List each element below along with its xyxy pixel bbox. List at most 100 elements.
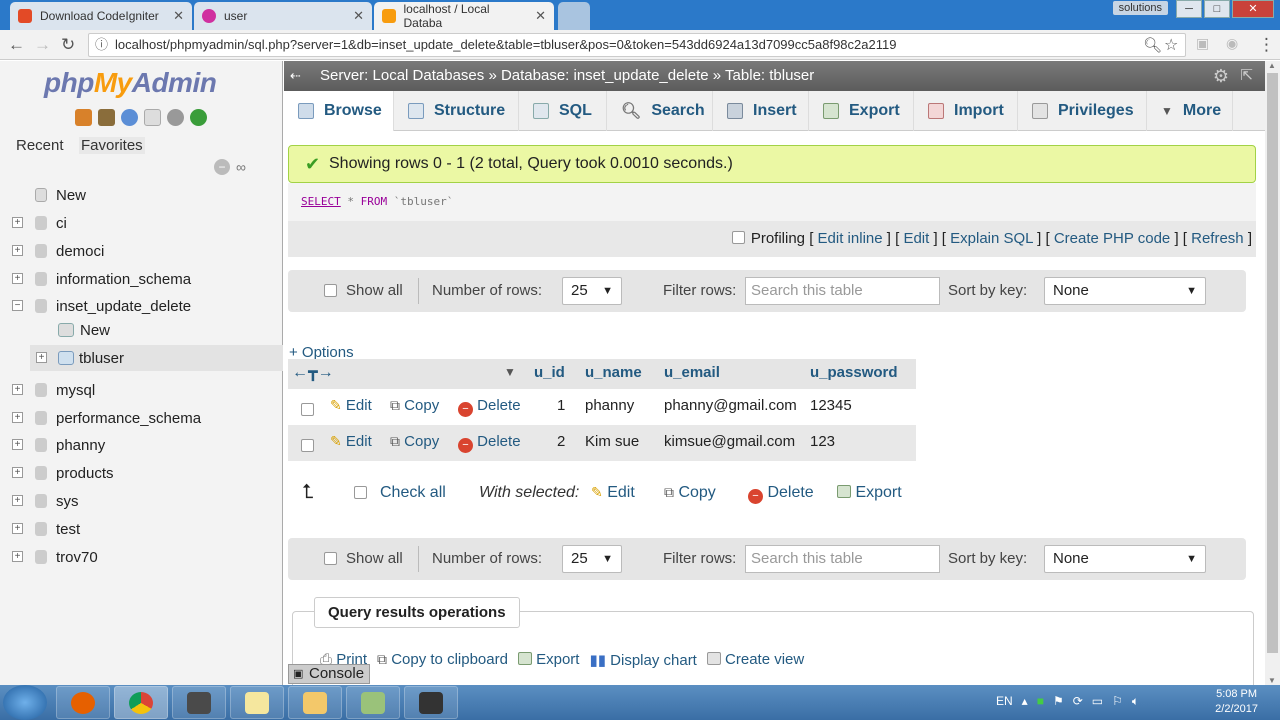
tree-item-db[interactable]: + phanny [0, 432, 283, 458]
logout-icon[interactable] [98, 109, 115, 126]
cell-u-email[interactable]: phanny@gmail.com [664, 397, 797, 414]
volume-icon[interactable]: 🔈︎ [1132, 694, 1139, 709]
expand-icon[interactable]: + [12, 384, 23, 395]
zoom-icon[interactable]: 🔍︎ [1143, 36, 1162, 54]
cell-u-password[interactable]: 12345 [810, 397, 852, 414]
menu-icon[interactable]: ⋮ [1258, 35, 1275, 55]
sort-by-key-select[interactable]: None ▼ [1044, 277, 1206, 305]
tree-item-db[interactable]: + information_schema [0, 266, 283, 292]
tab-search[interactable]: 🔍︎ Search [607, 91, 713, 131]
column-header-u-email[interactable]: u_email [664, 364, 720, 381]
filter-rows-input[interactable]: Search this table [745, 545, 940, 573]
row-copy-button[interactable]: ⧉ Copy [390, 397, 439, 414]
tree-item-db[interactable]: + mysql [0, 377, 283, 403]
tab-favorites[interactable]: Favorites [79, 137, 145, 154]
edit-inline-link[interactable]: Edit inline [818, 230, 883, 247]
cell-u-password[interactable]: 123 [810, 433, 835, 450]
breadcrumb-database[interactable]: Database: inset_update_delete [501, 67, 709, 84]
docs-icon[interactable] [144, 109, 161, 126]
cell-u-name[interactable]: phanny [585, 397, 634, 414]
column-header-u-id[interactable]: u_id [534, 364, 565, 381]
breadcrumb-server[interactable]: Server: Local Databases [320, 67, 484, 84]
filter-rows-input[interactable]: Search this table [745, 277, 940, 305]
expand-icon[interactable]: + [12, 523, 23, 534]
tab-more[interactable]: ▼ More [1147, 91, 1233, 131]
explain-sql-link[interactable]: Explain SQL [950, 230, 1033, 247]
expand-icon[interactable]: + [12, 245, 23, 256]
windows-start-icon[interactable] [3, 685, 47, 720]
reload-icon[interactable]: ↻ [61, 35, 75, 55]
check-all-checkbox[interactable] [354, 486, 367, 499]
column-header-u-name[interactable]: u_name [585, 364, 642, 381]
extension2-icon[interactable]: ◉ [1226, 35, 1238, 52]
row-checkbox[interactable] [301, 403, 314, 416]
chevron-down-icon[interactable]: ▼ [504, 365, 516, 379]
bulk-edit-button[interactable]: ✎ Edit [591, 484, 635, 502]
bulk-delete-button[interactable]: − Delete [748, 484, 814, 504]
language-indicator[interactable]: EN [996, 694, 1013, 709]
minimize-icon[interactable]: ─ [1176, 0, 1202, 18]
export-link[interactable]: Export [517, 651, 579, 669]
tree-item-db[interactable]: + performance_schema [0, 405, 283, 431]
tree-item-db-open[interactable]: − inset_update_delete [0, 293, 283, 319]
tray-expand-icon[interactable]: ▴ [1022, 694, 1028, 709]
cell-u-email[interactable]: kimsue@gmail.com [664, 433, 795, 450]
phpmyadmin-logo[interactable]: phpMyAdmin [44, 67, 217, 99]
bulk-copy-button[interactable]: ⧉ Copy [664, 484, 716, 502]
expand-icon[interactable]: + [12, 551, 23, 562]
cell-u-name[interactable]: Kim sue [585, 433, 639, 450]
tree-item-db[interactable]: + sys [0, 488, 283, 514]
link-icon[interactable]: ∞ [236, 159, 254, 175]
row-checkbox[interactable] [301, 439, 314, 452]
row-delete-button[interactable]: − Delete [458, 433, 521, 453]
url-input[interactable]: ⓘ localhost/phpmyadmin/sql.php?server=1&… [88, 33, 1186, 57]
collapse-top-icon[interactable]: ⇱ [1240, 61, 1253, 91]
tray-app-icon[interactable]: ■ [1037, 694, 1044, 709]
extension-icon[interactable]: ▣ [1196, 35, 1209, 52]
tab-export[interactable]: Export [809, 91, 914, 131]
cell-u-id[interactable]: 2 [557, 433, 565, 450]
forward-icon[interactable]: → [34, 35, 51, 55]
close-icon[interactable]: ✕ [173, 8, 184, 24]
number-of-rows-select[interactable]: 25 ▼ [562, 545, 622, 573]
taskbar-recorder[interactable] [404, 686, 458, 719]
tree-item-db[interactable]: + products [0, 460, 283, 486]
expand-icon[interactable]: + [12, 217, 23, 228]
close-window-icon[interactable]: ✕ [1232, 0, 1274, 18]
gear-icon[interactable] [167, 109, 184, 126]
breadcrumb-table[interactable]: Table: tbluser [725, 67, 814, 84]
collapse-all-icon[interactable]: − [214, 159, 230, 175]
maximize-icon[interactable]: □ [1204, 0, 1230, 18]
vertical-scrollbar[interactable]: ▲ ▼ [1265, 61, 1280, 685]
column-header-u-password[interactable]: u_password [810, 364, 898, 381]
back-icon[interactable]: ← [8, 35, 25, 55]
settings-gear-icon[interactable]: ⚙ [1213, 61, 1229, 91]
tray-sync-icon[interactable]: ⟳ [1073, 694, 1083, 709]
bulk-export-button[interactable]: Export [837, 484, 902, 502]
tree-item-db[interactable]: + democi [0, 238, 283, 264]
show-all-checkbox[interactable] [324, 284, 337, 297]
expand-icon[interactable]: + [36, 352, 47, 363]
profile-badge[interactable]: solutions [1112, 1, 1168, 15]
number-of-rows-select[interactable]: 25 ▼ [562, 277, 622, 305]
back-arrow-icon[interactable]: ⇠ [290, 61, 301, 91]
tab-import[interactable]: Import [914, 91, 1018, 131]
expand-icon[interactable]: + [12, 495, 23, 506]
copy-to-clipboard-link[interactable]: ⧉ Copy to clipboard [377, 651, 508, 669]
sql-keyword[interactable]: SELECT [301, 195, 341, 208]
taskbar-explorer[interactable] [288, 686, 342, 719]
expand-icon[interactable]: + [12, 467, 23, 478]
expand-icon[interactable]: + [12, 273, 23, 284]
tree-item-db[interactable]: + ci [0, 210, 283, 236]
tray-flag-icon[interactable]: ⚐ [1112, 694, 1123, 709]
row-edit-button[interactable]: ✎ Edit [330, 397, 372, 414]
taskbar-app[interactable] [346, 686, 400, 719]
tab-sql[interactable]: SQL [519, 91, 607, 131]
tree-item-db[interactable]: + trov70 [0, 544, 283, 570]
expand-icon[interactable]: + [12, 412, 23, 423]
scroll-down-icon[interactable]: ▼ [1268, 676, 1276, 685]
browser-tab-user[interactable]: user ✕ [194, 2, 372, 30]
taskbar-sticky-notes[interactable] [230, 686, 284, 719]
help-icon[interactable] [121, 109, 138, 126]
check-all-label[interactable]: Check all [380, 484, 446, 502]
